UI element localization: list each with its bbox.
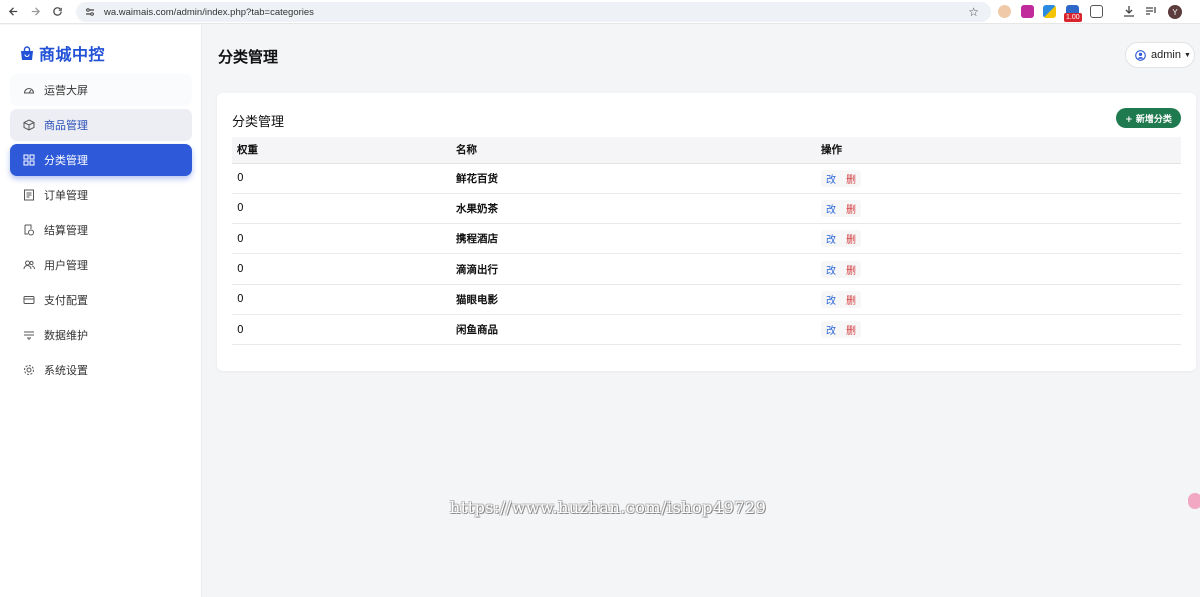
extension-color-icon[interactable] (1043, 5, 1056, 18)
media-controls-icon[interactable] (1145, 5, 1158, 18)
edit-button[interactable]: 改 (826, 201, 836, 216)
cell-name: 水果奶茶 (451, 193, 816, 225)
sidebar-menu: 运营大屏 商品管理 分类管理 订单管理 结算管理 用户管理 支付配置 数据维护 (10, 74, 192, 389)
add-category-button[interactable]: + 新增分类 (1116, 108, 1181, 128)
settlement-icon (22, 224, 35, 237)
cell-actions: 改删 (816, 314, 1181, 346)
sidebar-item-label: 分类管理 (44, 154, 88, 167)
table-row: 0 猫眼电影 改删 (232, 284, 1181, 315)
tools-icon (22, 329, 35, 342)
sidebar-item-dashboard[interactable]: 运营大屏 (10, 74, 192, 106)
extension-download-icon[interactable] (1021, 5, 1034, 18)
table-row: 0 闲鱼商品 改删 (232, 314, 1181, 346)
cell-name: 猫眼电影 (451, 284, 816, 315)
sidebar-item-users[interactable]: 用户管理 (10, 249, 192, 281)
sidebar-item-label: 用户管理 (44, 259, 88, 272)
bookmark-star-icon[interactable]: ☆ (968, 5, 979, 19)
url-text: wa.waimais.com/admin/index.php?tab=categ… (104, 6, 314, 18)
site-settings-icon[interactable] (84, 6, 96, 18)
sidebar-item-payment[interactable]: 支付配置 (10, 284, 192, 316)
delete-button[interactable]: 删 (846, 292, 856, 307)
category-table: 权重 名称 操作 0 鲜花百货 改删 0 水果奶茶 改删 0 携程酒店 改删 0… (232, 137, 1181, 346)
caret-down-icon: ▼ (1183, 51, 1191, 59)
cell-actions: 改删 (816, 253, 1181, 285)
edit-button[interactable]: 改 (826, 262, 836, 277)
list-icon (22, 189, 35, 202)
floating-helper-icon[interactable] (1188, 493, 1200, 509)
cell-weight: 0 (232, 223, 451, 255)
cell-weight: 0 (232, 193, 451, 225)
reload-icon[interactable] (48, 3, 66, 21)
forward-icon[interactable] (26, 3, 44, 21)
sidebar-item-categories[interactable]: 分类管理 (10, 144, 192, 176)
sidebar-item-data-maintenance[interactable]: 数据维护 (10, 319, 192, 351)
cell-weight: 0 (232, 284, 451, 315)
brand[interactable]: 商城中控 (20, 41, 105, 65)
sidebar-item-settlement[interactable]: 结算管理 (10, 214, 192, 246)
cell-weight: 0 (232, 163, 451, 194)
downloads-icon[interactable] (1123, 5, 1136, 18)
sidebar-item-label: 订单管理 (44, 189, 88, 202)
sidebar-item-products[interactable]: 商品管理 (10, 109, 192, 141)
category-card: 分类管理 + 新增分类 权重 名称 操作 0 鲜花百货 改删 0 水果奶茶 改删… (217, 93, 1196, 371)
table-row: 0 水果奶茶 改删 (232, 193, 1181, 225)
sidebar-item-system-settings[interactable]: 系统设置 (10, 354, 192, 386)
cell-actions: 改删 (816, 284, 1181, 315)
grid-icon (22, 154, 35, 167)
extensions-puzzle-icon[interactable] (1090, 5, 1103, 18)
user-circle-icon (1135, 49, 1146, 61)
cell-actions: 改删 (816, 223, 1181, 255)
dashboard-icon (22, 84, 35, 97)
table-row: 0 携程酒店 改删 (232, 223, 1181, 255)
shopping-bag-icon (21, 45, 33, 60)
table-row: 0 滴滴出行 改删 (232, 253, 1181, 285)
sidebar-item-label: 数据维护 (44, 329, 88, 342)
cell-weight: 0 (232, 253, 451, 285)
profile-avatar[interactable]: Y (1168, 5, 1182, 19)
user-menu-button[interactable]: admin ▼ (1125, 42, 1195, 68)
cell-actions: 改删 (816, 193, 1181, 225)
sidebar-item-label: 结算管理 (44, 224, 88, 237)
sidebar-item-label: 系统设置 (44, 364, 88, 377)
extension-avatar-icon[interactable] (998, 5, 1011, 18)
box-icon (22, 119, 35, 132)
column-header-actions: 操作 (816, 137, 1181, 164)
edit-button[interactable]: 改 (826, 292, 836, 307)
sidebar-item-label: 商品管理 (44, 119, 88, 132)
extension-badge: 1.00 (1064, 13, 1082, 22)
sidebar-item-label: 支付配置 (44, 294, 88, 307)
edit-button[interactable]: 改 (826, 171, 836, 186)
page-title: 分类管理 (218, 48, 279, 66)
users-icon (22, 259, 35, 272)
delete-button[interactable]: 删 (846, 201, 856, 216)
edit-button[interactable]: 改 (826, 231, 836, 246)
edit-button[interactable]: 改 (826, 322, 836, 337)
delete-button[interactable]: 删 (846, 262, 856, 277)
delete-button[interactable]: 删 (846, 231, 856, 246)
sidebar: 商城中控 运营大屏 商品管理 分类管理 订单管理 结算管理 用户管理 支付配置 … (0, 25, 202, 597)
cell-name: 携程酒店 (451, 223, 816, 255)
back-icon[interactable] (4, 3, 22, 21)
cell-weight: 0 (232, 314, 451, 346)
watermark-text: https://www.huzhan.com/ishop49729 (450, 498, 767, 517)
browser-toolbar: wa.waimais.com/admin/index.php?tab=categ… (0, 0, 1200, 24)
gear-icon (22, 364, 35, 377)
delete-button[interactable]: 删 (846, 171, 856, 186)
delete-button[interactable]: 删 (846, 322, 856, 337)
sidebar-item-label: 运营大屏 (44, 84, 88, 97)
address-bar[interactable]: wa.waimais.com/admin/index.php?tab=categ… (76, 2, 991, 22)
card-icon (22, 294, 35, 307)
table-header-row: 权重 名称 操作 (232, 137, 1181, 164)
column-header-weight: 权重 (232, 137, 451, 164)
brand-name: 商城中控 (39, 45, 106, 64)
cell-actions: 改删 (816, 163, 1181, 194)
card-title: 分类管理 (232, 115, 285, 130)
cell-name: 闲鱼商品 (451, 314, 816, 346)
column-header-name: 名称 (451, 137, 816, 164)
sidebar-item-orders[interactable]: 订单管理 (10, 179, 192, 211)
user-name: admin (1151, 49, 1181, 61)
table-row: 0 鲜花百货 改删 (232, 163, 1181, 194)
cell-name: 鲜花百货 (451, 163, 816, 194)
cell-name: 滴滴出行 (451, 253, 816, 285)
